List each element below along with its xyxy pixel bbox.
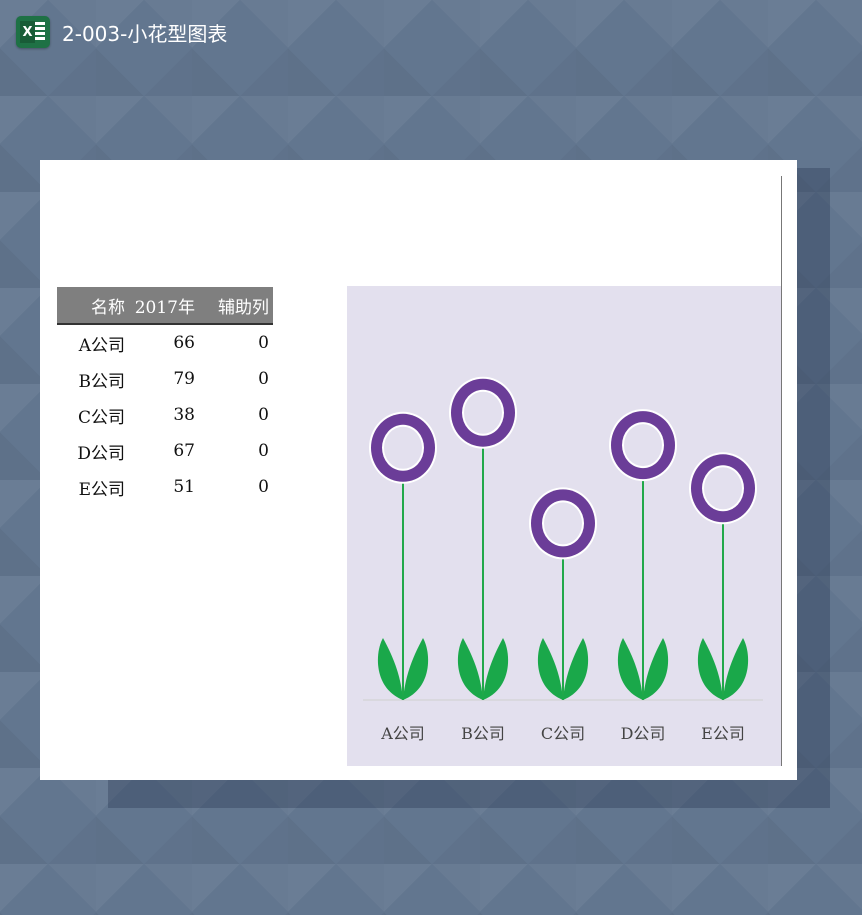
x-tick-label: B公司 — [461, 724, 505, 743]
cell-value[interactable]: 67 — [129, 433, 199, 469]
document-title: 2-003-小花型图表 — [62, 21, 228, 46]
cell-value[interactable]: 79 — [129, 361, 199, 397]
flower-leaf-right — [483, 638, 509, 700]
flower-leaf-right — [723, 638, 749, 700]
flower-leaf-left — [457, 638, 483, 700]
flower-leaf-left — [377, 638, 403, 700]
spreadsheet-canvas: 名称 2017年 辅助列 A公司 66 0 B公司 79 0 C公司 38 0 — [40, 160, 797, 780]
x-tick-label: E公司 — [701, 724, 745, 743]
flower-leaf-right — [563, 638, 589, 700]
flower-hole — [624, 424, 662, 467]
flower-hole — [704, 467, 742, 510]
cell-company[interactable]: C公司 — [57, 397, 129, 433]
x-tick-label: C公司 — [541, 724, 585, 743]
header-year[interactable]: 2017年 — [129, 287, 199, 325]
cell-helper[interactable]: 0 — [199, 324, 273, 361]
cell-company[interactable]: E公司 — [57, 469, 129, 505]
x-tick-label: D公司 — [621, 724, 666, 743]
flower-leaf-left — [617, 638, 643, 700]
cell-helper[interactable]: 0 — [199, 469, 273, 505]
cell-helper[interactable]: 0 — [199, 361, 273, 397]
cell-helper[interactable]: 0 — [199, 397, 273, 433]
cell-company[interactable]: A公司 — [57, 324, 129, 361]
cell-company[interactable]: B公司 — [57, 361, 129, 397]
table-row: A公司 66 0 — [57, 324, 273, 361]
flower-leaf-right — [643, 638, 669, 700]
table-header-row: 名称 2017年 辅助列 — [57, 287, 273, 325]
cell-value[interactable]: 66 — [129, 324, 199, 361]
header-name[interactable]: 名称 — [57, 287, 129, 325]
flower-chart-svg: A公司 B公司 C公司 D公司 E公司 — [363, 376, 763, 743]
table-row: B公司 79 0 — [57, 361, 273, 397]
table-row: E公司 51 0 — [57, 469, 273, 505]
header-helper[interactable]: 辅助列 — [199, 287, 273, 325]
title-bar: X 2-003-小花型图表 — [16, 14, 227, 50]
cell-value[interactable]: 51 — [129, 469, 199, 505]
table-row: C公司 38 0 — [57, 397, 273, 433]
flower-leaf-right — [403, 638, 429, 700]
x-tick-label: A公司 — [380, 724, 425, 743]
flower-hole — [464, 391, 502, 434]
excel-icon: X — [16, 16, 50, 48]
flower-hole — [384, 426, 422, 469]
flower-leaf-left — [537, 638, 563, 700]
flower-hole — [544, 502, 582, 545]
cell-company[interactable]: D公司 — [57, 433, 129, 469]
cell-value[interactable]: 38 — [129, 397, 199, 433]
cell-helper[interactable]: 0 — [199, 433, 273, 469]
column-divider — [781, 176, 782, 766]
flower-leaf-left — [697, 638, 723, 700]
flower-chart[interactable]: A公司 B公司 C公司 D公司 E公司 — [347, 286, 781, 766]
table-row: D公司 67 0 — [57, 433, 273, 469]
data-table: 名称 2017年 辅助列 A公司 66 0 B公司 79 0 C公司 38 0 — [57, 287, 273, 505]
